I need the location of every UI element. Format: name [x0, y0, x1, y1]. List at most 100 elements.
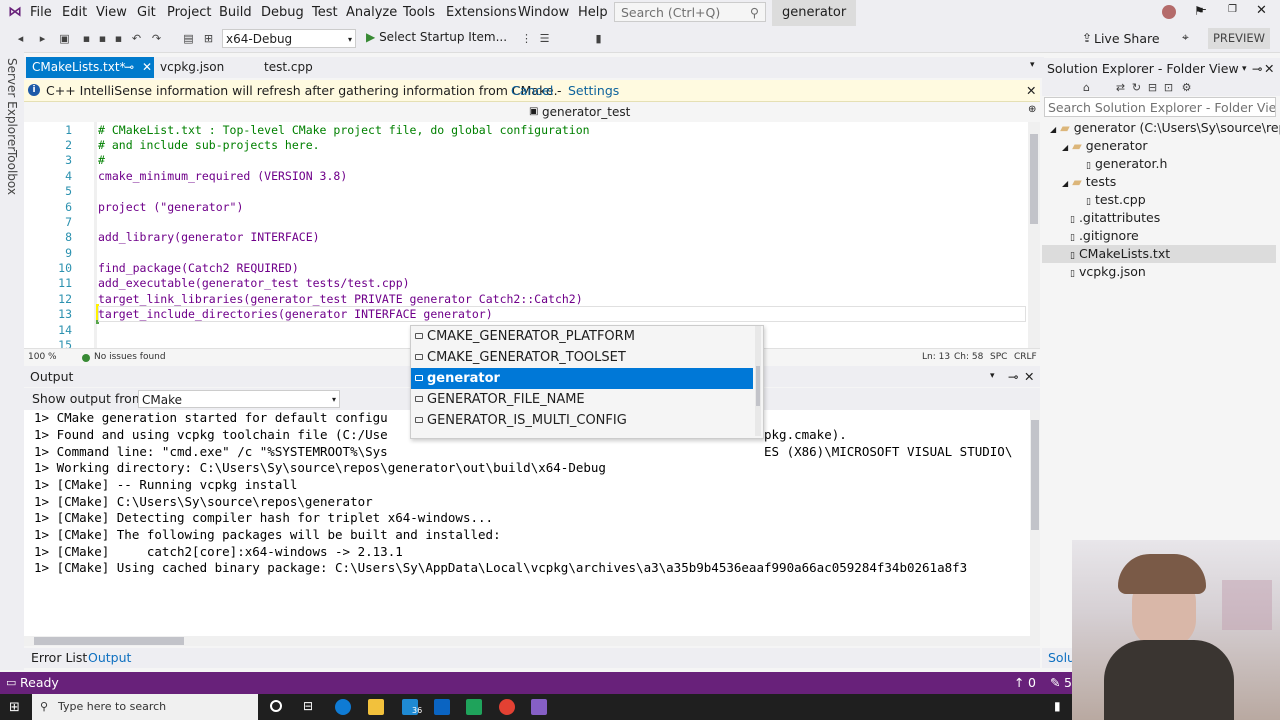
notification-icon[interactable]: ▮: [1054, 699, 1061, 713]
menu-file[interactable]: File: [30, 5, 52, 20]
pin-panel-icon[interactable]: ⊸: [1252, 58, 1262, 80]
new-project-icon[interactable]: ▣: [58, 32, 71, 45]
minimize-icon[interactable]: –: [1200, 2, 1207, 17]
pin-icon[interactable]: ⊸: [124, 57, 134, 78]
expand-icon[interactable]: ◢: [1062, 179, 1068, 188]
undo-icon[interactable]: ↶: [130, 32, 143, 45]
menu-project[interactable]: Project: [167, 5, 211, 20]
tab-cmakelists[interactable]: CMakeLists.txt* ⊸ ✕: [26, 57, 154, 78]
panel-menu-icon[interactable]: ▾: [1242, 58, 1247, 80]
restore-icon[interactable]: ❐: [1228, 4, 1237, 15]
tab-test-cpp[interactable]: test.cpp: [258, 57, 338, 78]
redo-icon[interactable]: ↷: [150, 32, 163, 45]
panel-menu-icon[interactable]: ▾: [990, 366, 995, 387]
build-icon[interactable]: ⊞: [202, 32, 215, 45]
output-scroll-thumb[interactable]: [1031, 420, 1039, 530]
account-avatar-icon[interactable]: [1162, 5, 1176, 19]
close-tab-icon[interactable]: ✕: [142, 57, 152, 78]
collapse-icon[interactable]: ⊟: [1146, 81, 1159, 94]
close-panel-icon[interactable]: ✕: [1264, 58, 1274, 80]
toolbar-misc-icon[interactable]: ⋮: [520, 32, 533, 45]
save-icon[interactable]: ▪: [80, 32, 93, 45]
spacing-indicator[interactable]: SPC: [990, 349, 1007, 365]
code-editor[interactable]: 1 # CMakeList.txt : Top-level CMake proj…: [24, 122, 1040, 348]
pin-panel-icon[interactable]: ⊸: [1008, 366, 1018, 387]
menu-window[interactable]: Window: [518, 5, 569, 20]
menu-extensions[interactable]: Extensions: [446, 5, 517, 20]
refresh-icon[interactable]: ↻: [1130, 81, 1143, 94]
tree-item-file[interactable]: ▯ vcpkg.json: [1070, 263, 1276, 281]
file-explorer-icon[interactable]: [368, 699, 384, 715]
tab-solution-explorer[interactable]: Solu: [1042, 648, 1075, 668]
visual-studio-icon[interactable]: [531, 699, 547, 715]
zoom-level[interactable]: 100 %: [28, 349, 57, 365]
toolbox-tab[interactable]: Toolbox: [5, 150, 19, 195]
properties-icon[interactable]: ⚙: [1180, 81, 1193, 94]
preview-badge[interactable]: PREVIEW: [1208, 28, 1270, 49]
tree-item-file[interactable]: ▯ .gitattributes: [1070, 209, 1276, 227]
menu-build[interactable]: Build: [219, 5, 252, 20]
autocomplete-item[interactable]: CMAKE_GENERATOR_PLATFORM: [411, 326, 753, 347]
cancel-link[interactable]: Cancel: [511, 80, 553, 101]
edge-icon[interactable]: [335, 699, 351, 715]
chrome-icon[interactable]: [499, 699, 515, 715]
sync-icon[interactable]: ⇄: [1114, 81, 1127, 94]
pin-icon[interactable]: ⌖: [1182, 30, 1189, 45]
publish-icon[interactable]: ↑: [1014, 672, 1024, 694]
startup-item-button[interactable]: ▶ Select Startup Item...: [366, 30, 507, 44]
edit-icon[interactable]: ✎: [1050, 672, 1060, 694]
live-share-label[interactable]: Live Share: [1094, 31, 1160, 46]
autocomplete-item-selected[interactable]: generator: [411, 368, 753, 389]
back-icon[interactable]: ◂: [14, 32, 27, 45]
edit-count[interactable]: 5: [1064, 672, 1072, 694]
search-input[interactable]: Search (Ctrl+Q) ⚲: [614, 2, 766, 22]
menu-git[interactable]: Git: [137, 5, 156, 20]
close-window-icon[interactable]: ✕: [1256, 3, 1267, 18]
editor-scroll-thumb[interactable]: [1030, 134, 1038, 224]
publish-count[interactable]: 0: [1028, 672, 1036, 694]
menu-view[interactable]: View: [96, 5, 127, 20]
output-scrollbar-horizontal[interactable]: [24, 636, 1040, 646]
show-all-icon[interactable]: ⊡: [1162, 81, 1175, 94]
forward-icon[interactable]: ▸: [36, 32, 49, 45]
menu-tools[interactable]: Tools: [403, 5, 435, 20]
split-icon[interactable]: ⊕: [1028, 100, 1036, 120]
navigation-bar[interactable]: ▣ generator_test ⊕: [24, 102, 1040, 123]
menu-help[interactable]: Help: [578, 5, 608, 20]
menu-test[interactable]: Test: [312, 5, 338, 20]
settings-link[interactable]: Settings: [568, 80, 619, 101]
menu-analyze[interactable]: Analyze: [346, 5, 397, 20]
home-icon[interactable]: ⌂: [1080, 81, 1093, 94]
save-icon-2[interactable]: ▪: [112, 32, 125, 45]
expand-icon[interactable]: ◢: [1050, 125, 1056, 134]
menu-debug[interactable]: Debug: [261, 5, 304, 20]
tree-item-folder[interactable]: ◢ ▰ generator: [1062, 137, 1276, 155]
save-all-icon[interactable]: ▪: [96, 32, 109, 45]
cortana-icon[interactable]: [270, 700, 282, 712]
outlook-icon[interactable]: [434, 699, 450, 715]
output-source-select[interactable]: CMake ▾: [138, 390, 340, 408]
issues-status[interactable]: No issues found: [94, 349, 166, 365]
tab-vcpkg[interactable]: vcpkg.json: [154, 57, 244, 78]
output-scrollbar-vertical[interactable]: [1030, 410, 1040, 636]
autocomplete-item[interactable]: GENERATOR_FILE_NAME: [411, 389, 753, 410]
tab-overflow-icon[interactable]: ▾: [1030, 60, 1035, 70]
task-view-icon[interactable]: ⊟: [303, 699, 313, 713]
autocomplete-item[interactable]: CMAKE_GENERATOR_TOOLSET: [411, 347, 753, 368]
expand-icon[interactable]: ◢: [1062, 143, 1068, 152]
tree-item-root[interactable]: ◢ ▰ generator (C:\Users\Sy\source\repos: [1050, 119, 1280, 137]
toolbar-misc-icon-2[interactable]: ☰: [538, 32, 551, 45]
menu-edit[interactable]: Edit: [62, 5, 87, 20]
tab-error-list[interactable]: Error List: [31, 648, 87, 668]
line-ending-indicator[interactable]: CRLF: [1014, 349, 1037, 365]
open-folder-icon[interactable]: ▤: [182, 32, 195, 45]
tree-item-file-selected[interactable]: ▯ CMakeLists.txt: [1042, 245, 1276, 263]
tree-item-folder[interactable]: ◢ ▰ tests: [1062, 173, 1276, 191]
tree-item-file[interactable]: ▯ generator.h: [1086, 155, 1276, 173]
live-share-button[interactable]: ⇪: [1082, 31, 1092, 45]
output-hscroll-thumb[interactable]: [34, 637, 184, 645]
autocomplete-scroll-thumb[interactable]: [756, 366, 760, 406]
tree-item-file[interactable]: ▯ test.cpp: [1086, 191, 1276, 209]
bookmark-icon[interactable]: ▮: [592, 32, 605, 45]
windows-start-icon[interactable]: ⊞: [9, 700, 20, 715]
